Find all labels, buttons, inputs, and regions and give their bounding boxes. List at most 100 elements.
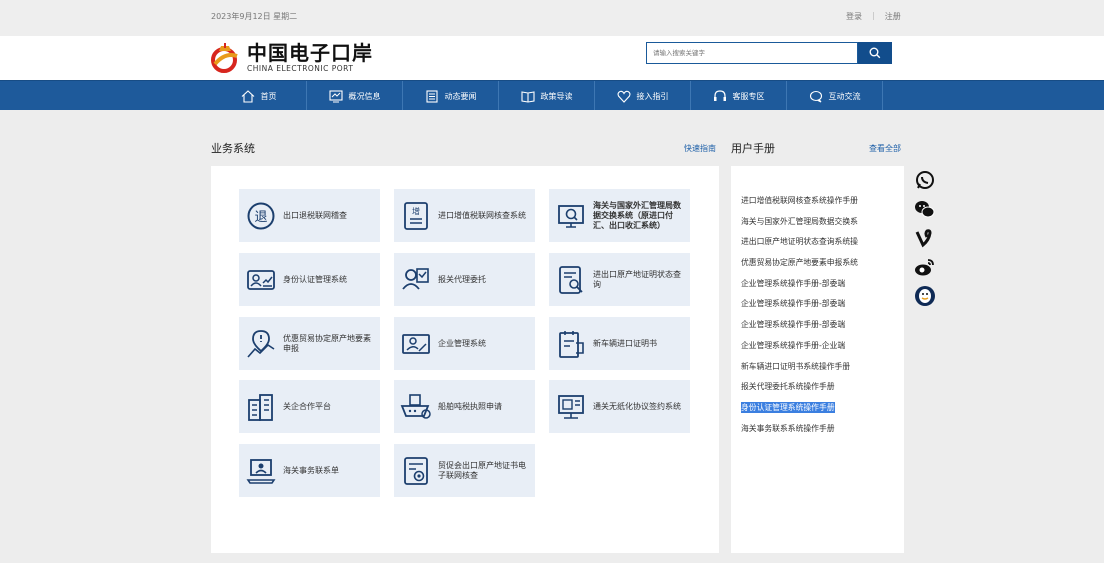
nav-item-policy[interactable]: 政策导读 — [499, 81, 595, 111]
weibo-icon[interactable] — [913, 255, 937, 279]
vat-icon: 增 — [404, 201, 428, 230]
manual-item[interactable]: 海关与国家外汇管理局数据交换系 — [741, 214, 858, 235]
manual-item[interactable]: 报关代理委托系统操作手册 — [741, 379, 858, 400]
login-link[interactable]: 登录 — [846, 11, 862, 22]
chat-icon — [809, 90, 822, 102]
nav-item-news[interactable]: 动态要闻 — [403, 81, 499, 111]
manuals-title: 用户手册 — [731, 142, 775, 155]
building-icon — [248, 393, 273, 421]
qq-icon[interactable] — [913, 284, 937, 308]
site-logo[interactable]: 中国电子口岸 CHINA ELECTRONIC PORT — [211, 36, 373, 80]
system-label: 关企合作平台 — [283, 401, 331, 411]
system-card[interactable]: 企业管理系统 — [394, 317, 535, 370]
manual-item[interactable]: 企业管理系统操作手册-部委端 — [741, 317, 858, 338]
manual-item[interactable]: 企业管理系统操作手册-部委端 — [741, 276, 858, 297]
manual-item[interactable]: 进口增值税联网核查系统操作手册 — [741, 193, 858, 214]
manual-item[interactable]: 海关事务联系系统操作手册 — [741, 421, 858, 442]
nav-item-home[interactable]: 首页 — [211, 81, 307, 111]
system-card[interactable]: 贸促会出口原产地证书电子联网核查 — [394, 444, 535, 497]
system-label: 报关代理委托 — [438, 274, 486, 284]
nav-label: 首页 — [260, 91, 277, 101]
book-icon — [520, 90, 535, 103]
nav-item-overview[interactable]: 概况信息 — [307, 81, 403, 111]
quick-guide-link[interactable]: 快速指南 — [684, 143, 716, 154]
nav-label: 概况信息 — [348, 91, 381, 101]
system-label: 海关与国家外汇管理局数据交换系统（原进口付汇、出口收汇系统） — [593, 200, 681, 230]
system-label: 身份认证管理系统 — [283, 274, 347, 284]
system-label: 新车辆进口证明书 — [593, 338, 657, 348]
manual-item[interactable]: 新车辆进口证明书系统操作手册 — [741, 359, 858, 380]
system-label: 出口退税联网稽查 — [283, 210, 347, 220]
search-button[interactable] — [858, 42, 892, 64]
system-card[interactable]: 退 出口退税联网稽查 — [239, 189, 380, 242]
system-label: 优惠贸易协定原产地要素申报 — [283, 333, 371, 353]
svg-text:退: 退 — [254, 210, 267, 225]
manual-list: 进口增值税联网核查系统操作手册 海关与国家外汇管理局数据交换系 进出口原产地证明… — [741, 193, 858, 441]
system-card[interactable]: 海关与国家外汇管理局数据交换系统（原进口付汇、出口收汇系统） — [549, 189, 690, 242]
manual-item[interactable]: 企业管理系统操作手册-企业端 — [741, 338, 858, 359]
system-card[interactable]: 增 进口增值税联网核查系统 — [394, 189, 535, 242]
date-text: 2023年9月12日 星期二 — [211, 12, 298, 21]
home-icon — [241, 89, 254, 103]
manual-item[interactable]: 进出口原产地证明状态查询系统操 — [741, 234, 858, 255]
origin-check-icon — [404, 456, 428, 485]
system-label: 进口增值税联网核查系统 — [438, 210, 526, 220]
system-card[interactable]: 船舶吨税执照申请 — [394, 380, 535, 433]
nav-label: 互动交流 — [828, 91, 861, 101]
monitor-icon — [328, 89, 343, 102]
system-card[interactable]: 关企合作平台 — [239, 380, 380, 433]
id-card-icon — [247, 269, 275, 290]
logo-emblem-icon — [211, 42, 241, 74]
enterprise-icon — [402, 333, 430, 354]
agent-icon — [402, 267, 429, 290]
system-card[interactable]: 通关无纸化协议签约系统 — [549, 380, 690, 433]
main-nav: 首页 概况信息 动态要闻 政策导读 接入指引 客服专区 互动交流 — [0, 80, 1104, 111]
register-link[interactable]: 注册 — [885, 11, 901, 22]
search-input[interactable] — [646, 42, 858, 64]
nav-label: 客服专区 — [732, 91, 765, 101]
nav-label: 接入指引 — [636, 91, 669, 101]
news-icon — [425, 89, 438, 103]
headset-icon — [713, 89, 726, 101]
system-label: 海关事务联系单 — [283, 465, 339, 475]
search-bar — [646, 42, 892, 64]
wechat-icon[interactable] — [913, 197, 937, 221]
vehicle-document-icon — [559, 330, 584, 358]
divider: | — [872, 11, 875, 20]
header: 中国电子口岸 CHINA ELECTRONIC PORT — [0, 36, 1104, 80]
whatsapp-icon[interactable] — [913, 168, 937, 192]
system-card[interactable]: 进出口原产地证明状态查询 — [549, 253, 690, 306]
system-label: 船舶吨税执照申请 — [438, 401, 502, 411]
nav-label: 政策导读 — [540, 91, 573, 101]
search-icon — [869, 47, 881, 59]
view-all-link[interactable]: 查看全部 — [869, 143, 901, 154]
paperless-icon — [558, 394, 584, 419]
manual-item-selected[interactable]: 身份认证管理系统操作手册 — [741, 400, 858, 421]
system-label: 企业管理系统 — [438, 338, 486, 348]
system-label: 进出口原产地证明状态查询 — [593, 269, 681, 289]
system-card[interactable]: 优惠贸易协定原产地要素申报 — [239, 317, 380, 370]
system-card[interactable]: 海关事务联系单 — [239, 444, 380, 497]
certificate-search-icon — [559, 265, 583, 294]
business-title: 业务系统 — [211, 142, 255, 155]
social-bar — [913, 168, 937, 308]
system-card[interactable]: 报关代理委托 — [394, 253, 535, 306]
vine-icon[interactable] — [913, 226, 937, 250]
heart-icon — [616, 90, 631, 103]
tax-refund-icon: 退 — [247, 202, 275, 229]
system-card[interactable]: 身份认证管理系统 — [239, 253, 380, 306]
system-label: 通关无纸化协议签约系统 — [593, 401, 681, 411]
manual-item[interactable]: 企业管理系统操作手册-部委端 — [741, 296, 858, 317]
forex-search-icon — [558, 204, 584, 228]
auth-links: 登录 | 注册 — [846, 11, 901, 22]
system-card[interactable]: 新车辆进口证明书 — [549, 317, 690, 370]
nav-item-interaction[interactable]: 互动交流 — [787, 81, 883, 111]
svg-text:增: 增 — [412, 206, 420, 216]
logo-title: 中国电子口岸 — [247, 41, 373, 65]
manual-item[interactable]: 优惠贸易协定原产地要素申报系统 — [741, 255, 858, 276]
nav-item-access[interactable]: 接入指引 — [595, 81, 691, 111]
laptop-icon — [246, 458, 276, 484]
nav-item-service[interactable]: 客服专区 — [691, 81, 787, 111]
ship-icon — [400, 393, 431, 419]
system-label: 贸促会出口原产地证书电子联网核查 — [438, 460, 526, 480]
